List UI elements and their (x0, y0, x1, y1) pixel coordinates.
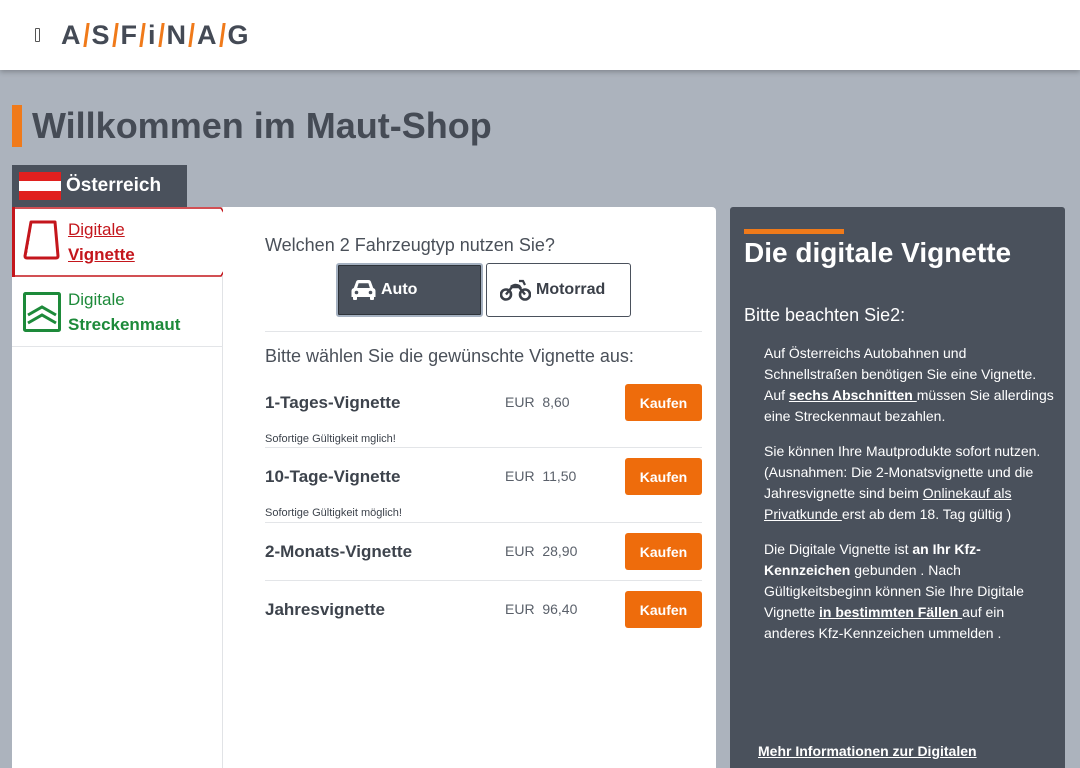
product-price: EUR 8,60 (505, 394, 570, 410)
asfinag-logo[interactable]: A S F i N A G (61, 20, 249, 50)
product-note: Sofortige Gültigkeit möglich! (265, 507, 402, 519)
page-title: Willkommen im Maut-Shop (32, 105, 492, 146)
vehicle-motorrad-button[interactable]: Motorrad (486, 263, 631, 317)
sechs-abschnitten-link[interactable]: sechs Abschnitten (789, 387, 917, 403)
sidebar-item-label: Digitale Streckenmaut (68, 289, 181, 334)
top-header: A S F i N A G (0, 0, 1080, 70)
product-name: 10-Tage-Vignette (265, 467, 401, 486)
info-accent-bar (744, 229, 844, 234)
country-tab[interactable]: Österreich (12, 165, 187, 207)
product-name: Jahresvignette (265, 600, 385, 619)
sidebar-item-digitale-streckenmaut[interactable]: Digitale Streckenmaut (12, 277, 223, 347)
product-name: 2-Monats-Vignette (265, 542, 413, 561)
more-info-link[interactable]: Mehr Informationen zur Digitalen (758, 743, 977, 759)
product-price: EUR 28,90 (505, 543, 578, 559)
buy-button-jahres[interactable]: Kaufen (625, 591, 702, 628)
product-note: Sofortige Gültigkeit mglich! (265, 433, 396, 445)
buy-button-10-tage[interactable]: Kaufen (625, 458, 702, 495)
title-accent-bar (12, 105, 22, 147)
streckenmaut-icon (23, 291, 61, 332)
logo-letter: N (166, 20, 187, 50)
vignette-selection-panel: Welchen 2 Fahrzeugtyp nutzen Sie? Auto M… (223, 207, 716, 768)
info-subtitle: Bitte beachten Sie2: (744, 305, 906, 325)
buy-button-2-monats[interactable]: Kaufen (625, 533, 702, 570)
info-panel: Die digitale Vignette Bitte beachten Sie… (730, 207, 1065, 768)
select-vignette-label: Bitte wählen Sie die gewünschte Vignette… (265, 346, 634, 366)
divider (265, 331, 702, 332)
info-paragraph-1: Auf Österreichs Autobahnen und Schnellst… (764, 345, 1054, 424)
info-paragraph-2: Sie können Ihre Mautprodukte sofort nutz… (764, 443, 1041, 522)
divider (265, 447, 702, 448)
menu-icon[interactable] (28, 22, 46, 48)
info-paragraph-3: Die Digitale Vignette ist an Ihr Kfz-Ken… (764, 541, 1024, 641)
logo-letter: A (61, 20, 81, 50)
divider (265, 580, 702, 581)
bestimmten-faellen-link[interactable]: in bestimmten Fällen (819, 604, 962, 620)
sidebar-item-digitale-vignette[interactable]: Digitale Vignette (12, 207, 243, 277)
logo-letter: i (148, 20, 156, 50)
product-price: EUR 11,50 (505, 468, 577, 484)
logo-letter: F (120, 20, 138, 50)
vehicle-motorrad-label: Motorrad (536, 281, 606, 298)
info-title: Die digitale Vignette (744, 237, 1012, 268)
austria-flag-icon (19, 172, 61, 200)
divider (265, 522, 702, 523)
vehicle-auto-label: Auto (381, 281, 418, 298)
motorcycle-icon (500, 278, 531, 302)
product-name: 1-Tages-Vignette (265, 393, 401, 412)
product-sidebar: Digitale Vignette Digitale Streckenmaut (12, 207, 243, 768)
logo-letter: S (91, 20, 110, 50)
country-label: Österreich (66, 175, 162, 196)
sidebar-item-label: Digitale Vignette (68, 220, 135, 264)
car-icon (351, 279, 376, 301)
logo-letter: A (197, 20, 217, 50)
vehicle-auto-button[interactable]: Auto (336, 263, 483, 317)
product-price: EUR 96,40 (505, 601, 578, 617)
vignette-icon (23, 219, 61, 266)
logo-letter: G (227, 20, 249, 50)
buy-button-1-tages[interactable]: Kaufen (625, 384, 702, 421)
vehicle-question: Welchen 2 Fahrzeugtyp nutzen Sie? (265, 235, 555, 255)
